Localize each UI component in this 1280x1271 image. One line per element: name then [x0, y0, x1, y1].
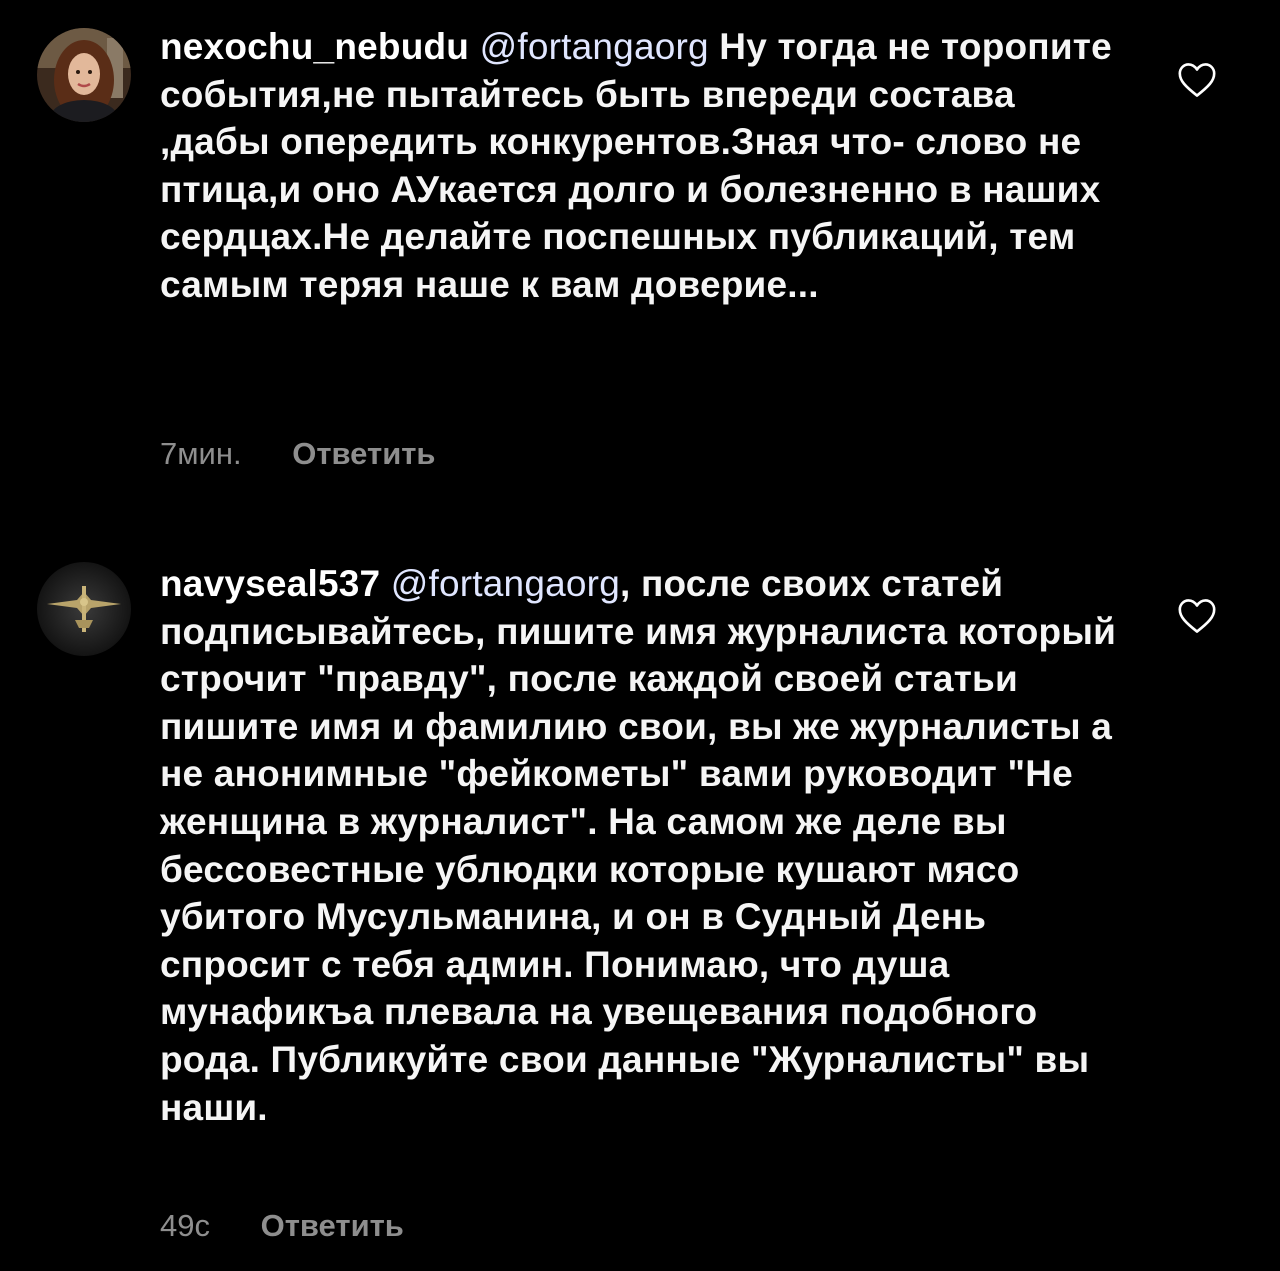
comment-time: 7мин.: [160, 436, 242, 471]
avatar[interactable]: [37, 28, 131, 122]
comment-username[interactable]: nexochu_nebudu: [160, 26, 469, 67]
comment-time: 49с: [160, 1208, 210, 1243]
comment-username[interactable]: navyseal537: [160, 563, 380, 604]
heart-outline-icon[interactable]: [1177, 62, 1217, 98]
comment-mention[interactable]: @fortangaorg: [391, 563, 620, 604]
avatar-photo: [37, 28, 131, 122]
reply-button[interactable]: Ответить: [261, 1208, 404, 1243]
avatar[interactable]: [37, 562, 131, 656]
comment-text: Ну тогда не торопите события,не пытайтес…: [160, 26, 1112, 305]
comment-body: navyseal537 @fortangaorg, после своих ст…: [160, 560, 1120, 1131]
reply-button[interactable]: Ответить: [292, 436, 435, 471]
comment-body: nexochu_nebudu @fortangaorg Ну тогда не …: [160, 23, 1120, 309]
comment-meta: 49с Ответить: [160, 1208, 404, 1244]
comment-mention[interactable]: @fortangaorg: [480, 26, 709, 67]
heart-outline-icon[interactable]: [1177, 598, 1217, 634]
comment-meta: 7мин. Ответить: [160, 436, 436, 472]
comment-text: , после своих статей подписывайтесь, пиш…: [160, 563, 1117, 1128]
avatar-photo: [37, 562, 131, 656]
